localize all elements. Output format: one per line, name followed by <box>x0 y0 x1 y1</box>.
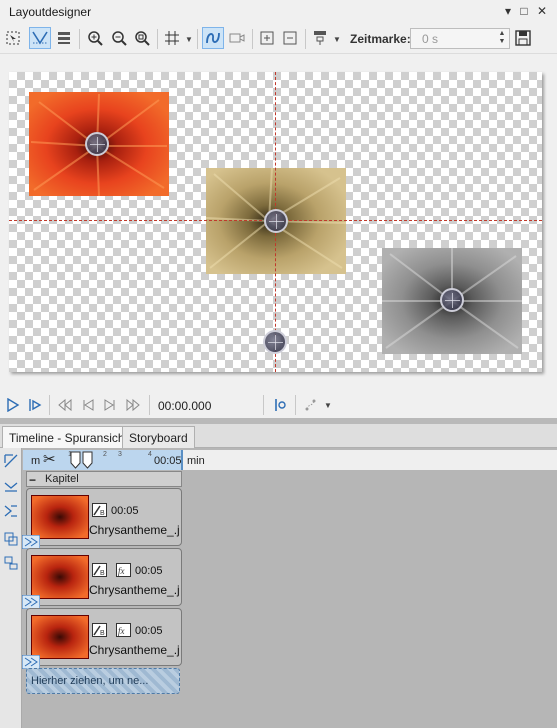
track-name: Chrysantheme_.j <box>89 643 180 657</box>
track-thumbnail <box>31 615 89 659</box>
select-mode-icon[interactable] <box>2 27 24 49</box>
track-thumbnail <box>31 495 89 539</box>
anchor-handle-sepia[interactable] <box>264 209 288 233</box>
track-thumbnail <box>31 555 89 599</box>
anchor-handle-red[interactable] <box>85 132 109 156</box>
align-icon[interactable] <box>309 27 331 49</box>
tab-storyboard[interactable]: Storyboard <box>122 426 195 448</box>
camera-anchor-handle[interactable] <box>263 330 287 354</box>
timeline-ruler[interactable]: m 1 2 3 4 ✂ 00:05 min <box>23 450 557 470</box>
remove-keyframe-icon[interactable] <box>279 27 301 49</box>
marker-view-icon[interactable] <box>271 396 289 414</box>
svg-text:B: B <box>100 510 105 517</box>
snap-guides-icon[interactable] <box>29 27 51 49</box>
track-duration: 00:05 <box>135 625 163 637</box>
ruler-tick-3: 3 <box>118 451 122 458</box>
ruler-left-label: m <box>31 455 41 467</box>
close-icon[interactable]: ✕ <box>534 3 550 19</box>
motion-path-icon[interactable] <box>302 396 320 414</box>
ruler-tick-2: 2 <box>103 451 107 458</box>
toolbar: ▼ ▼ Zeitmarke: 0 s ▲ ▼ <box>0 24 557 54</box>
svg-text:B: B <box>100 570 105 577</box>
next-frame-icon[interactable] <box>101 396 119 414</box>
track-duration: 00:05 <box>111 505 139 517</box>
drop-zone-label: Hierher ziehen, um ne... <box>31 675 149 687</box>
fast-forward-icon[interactable] <box>124 396 142 414</box>
zeitmarke-value: 0 s <box>422 32 439 46</box>
track-item[interactable]: B fx 00:05 Chrysantheme_.j <box>21 548 182 610</box>
pin-icon[interactable]: ▾ <box>500 3 516 19</box>
transition-icon[interactable] <box>21 654 41 670</box>
image-properties-icon[interactable]: B <box>92 503 107 517</box>
zeitmarke-label: Zeitmarke: <box>350 32 411 46</box>
layout-canvas[interactable] <box>9 72 542 372</box>
play-from-marker-icon[interactable] <box>26 396 44 414</box>
expand-tracks-icon[interactable] <box>2 502 20 520</box>
grid-icon[interactable] <box>161 27 183 49</box>
track-name: Chrysantheme_.j <box>89 583 180 597</box>
transition-icon[interactable] <box>21 594 41 610</box>
timeline-zoom-icon[interactable] <box>2 452 20 470</box>
play-icon[interactable] <box>4 396 22 414</box>
image-properties-icon[interactable]: B <box>92 623 107 637</box>
track-item[interactable]: B fx 00:05 Chrysantheme_.j <box>21 608 182 670</box>
window-title: Layoutdesigner <box>9 5 92 19</box>
svg-text:fx: fx <box>118 626 125 636</box>
maximize-icon[interactable]: □ <box>516 3 532 19</box>
chapter-header[interactable]: − Kapitel <box>26 471 182 487</box>
zeitmarke-input[interactable]: 0 s ▲ ▼ <box>410 28 510 49</box>
marker-flags-icon[interactable] <box>69 451 95 469</box>
svg-text:B: B <box>100 630 105 637</box>
collapse-chapter-icon[interactable]: − <box>29 473 36 487</box>
save-icon[interactable] <box>512 27 534 49</box>
timeline-tool-column <box>0 448 22 728</box>
drop-zone[interactable]: Hierher ziehen, um ne... <box>26 668 180 694</box>
group-objects-icon[interactable] <box>2 530 20 548</box>
collapse-tracks-icon[interactable] <box>2 478 20 496</box>
zoom-out-icon[interactable] <box>108 27 130 49</box>
layers-icon[interactable] <box>53 27 75 49</box>
effects-icon[interactable]: fx <box>116 623 131 637</box>
transition-icon[interactable] <box>21 534 41 550</box>
track-name: Chrysantheme_.j <box>89 523 180 537</box>
tab-timeline-spuransicht[interactable]: Timeline - Spuransicht <box>2 426 135 448</box>
track-item[interactable]: B 00:05 Chrysantheme_.j <box>21 488 182 550</box>
grid-dropdown-icon[interactable]: ▼ <box>185 35 193 44</box>
path-curve-icon[interactable] <box>202 27 224 49</box>
ruler-unit: min <box>187 455 205 467</box>
title-bar: Layoutdesigner ▾ □ ✕ <box>0 0 557 24</box>
zoom-in-icon[interactable] <box>84 27 106 49</box>
ungroup-objects-icon[interactable] <box>2 554 20 572</box>
zoom-fit-icon[interactable] <box>131 27 153 49</box>
camera-icon[interactable] <box>226 27 248 49</box>
rewind-icon[interactable] <box>56 396 74 414</box>
align-dropdown-icon[interactable]: ▼ <box>333 35 341 44</box>
add-keyframe-icon[interactable] <box>256 27 278 49</box>
timeline-tabs: Timeline - Spuransicht Storyboard <box>0 424 557 448</box>
track-duration: 00:05 <box>135 565 163 577</box>
svg-text:fx: fx <box>118 566 125 576</box>
ruler-tick-4: 4 <box>148 451 152 458</box>
effects-icon[interactable]: fx <box>116 563 131 577</box>
ruler-end-time: 00:05 <box>154 455 182 467</box>
playback-time: 00:00.000 <box>158 399 212 413</box>
anchor-handle-gray[interactable] <box>440 288 464 312</box>
previous-frame-icon[interactable] <box>79 396 97 414</box>
scissors-icon[interactable]: ✂ <box>43 450 56 468</box>
chapter-label: Kapitel <box>45 473 79 485</box>
zeitmarke-spinner-icon[interactable]: ▲ ▼ <box>497 30 507 47</box>
motion-path-dropdown-icon[interactable]: ▼ <box>324 401 332 410</box>
image-properties-icon[interactable]: B <box>92 563 107 577</box>
playback-bar: 00:00.000 ▼ <box>0 392 557 418</box>
